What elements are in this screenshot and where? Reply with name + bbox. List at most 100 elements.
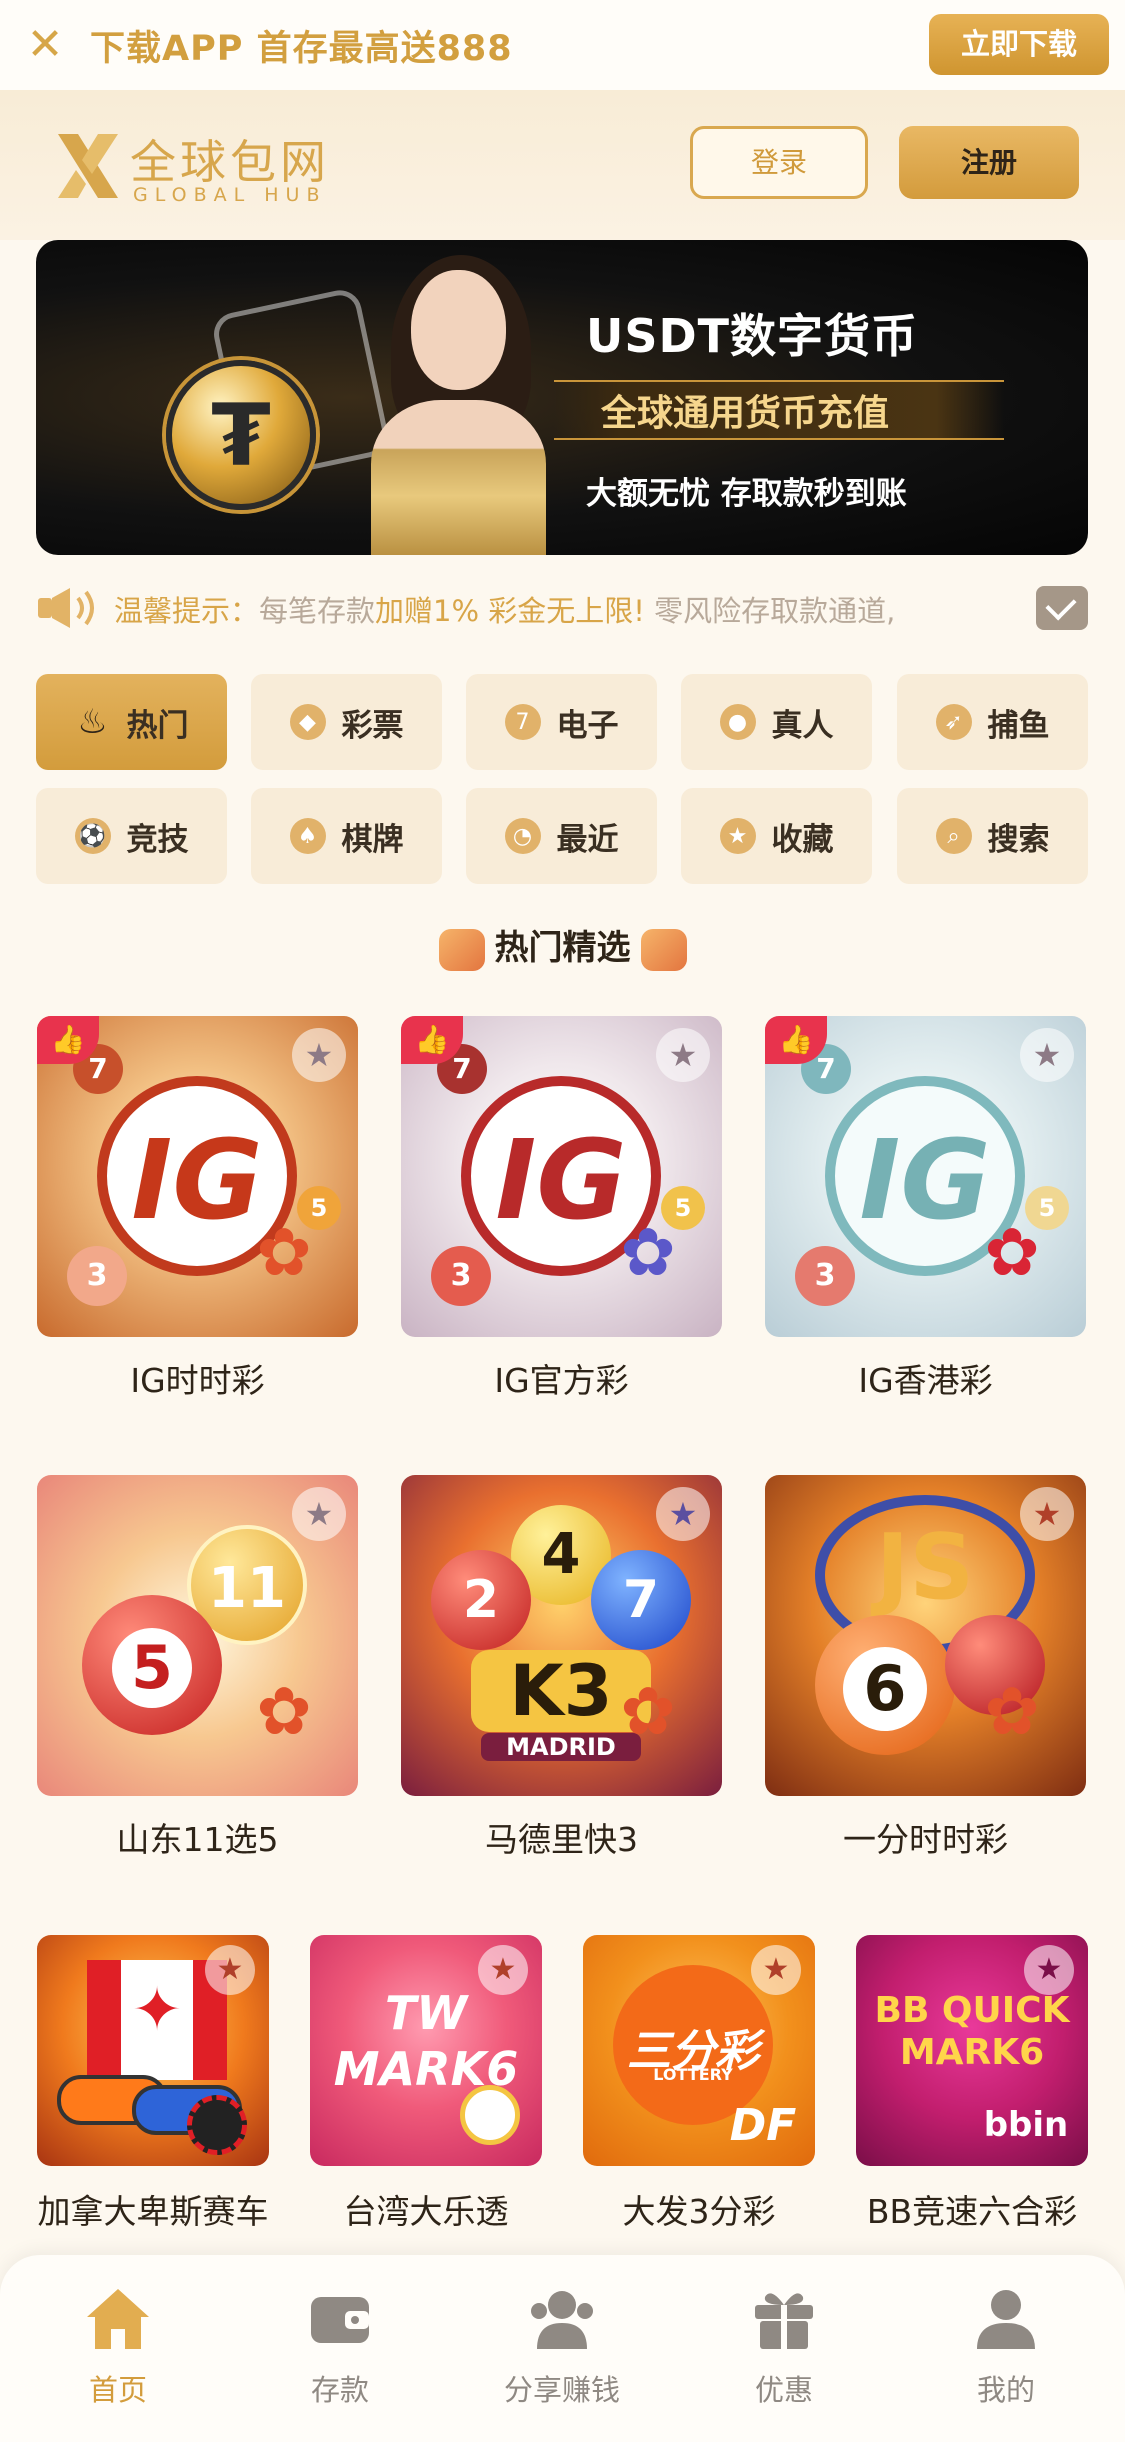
login-button[interactable]: 登录 — [690, 126, 868, 199]
ball-icon: 6 — [815, 1615, 955, 1755]
category-favorites[interactable]: ★ 收藏 — [681, 788, 872, 884]
notice-part1: 每笔存款 — [259, 594, 376, 628]
game-card[interactable]: IG 7 5 3 ✿ 👍 ★ IG香港彩 — [765, 1016, 1086, 1400]
bottom-nav: 首页 存款 分享赚钱 优惠 我的 — [0, 2255, 1125, 2442]
star-icon: ★ — [719, 818, 756, 854]
nav-home[interactable]: 首页 — [38, 2285, 198, 2415]
ball-icon: 3 — [67, 1246, 127, 1306]
profile-icon — [977, 2290, 1035, 2349]
usdt-coin-icon: ₮ — [166, 360, 316, 510]
register-button[interactable]: 注册 — [899, 126, 1079, 199]
nav-deposit[interactable]: 存款 — [260, 2285, 420, 2415]
banner-model-image — [356, 250, 556, 555]
fish-icon: ➶ — [935, 704, 972, 740]
game-card[interactable]: IG 7 5 3 ✿ 👍 ★ IG官方彩 — [401, 1016, 722, 1400]
game-name: 大发3分彩 — [622, 2192, 776, 2231]
favorite-star-icon[interactable]: ★ — [478, 1945, 528, 1995]
ball-icon: 5 — [82, 1595, 222, 1735]
banner-line: 大额无忧 存取款秒到账 — [586, 476, 907, 512]
game-card[interactable]: JS 6 ✿ ★ 一分时时彩 — [765, 1475, 1086, 1859]
bbin-logo: bbin — [983, 2105, 1069, 2145]
category-label: 竞技 — [126, 821, 189, 858]
category-cards[interactable]: ♠ 棋牌 — [251, 788, 442, 884]
close-icon[interactable]: ✕ — [22, 22, 68, 68]
nav-share[interactable]: 分享赚钱 — [482, 2285, 642, 2415]
game-name: 加拿大卑斯赛车 — [37, 2192, 269, 2231]
home-icon — [87, 2289, 149, 2349]
mail-icon[interactable] — [1036, 586, 1088, 630]
nav-profile[interactable]: 我的 — [926, 2285, 1086, 2415]
notice-part3: 零风险存取款通道, — [644, 594, 896, 628]
flower-icon: ✿ — [984, 1673, 1040, 1750]
logo-icon — [58, 134, 118, 198]
flower-icon: ✿ — [620, 1673, 676, 1750]
game-card[interactable]: IG 7 5 3 ✿ 👍 ★ IG时时彩 — [37, 1016, 358, 1400]
game-image: 三分彩 LOTTERY DF ★ — [583, 1935, 815, 2166]
search-icon: ⌕ — [935, 818, 972, 854]
game-logo-text: TW MARK6 — [333, 1986, 519, 2096]
category-fishing[interactable]: ➶ 捕鱼 — [897, 674, 1088, 770]
category-sports[interactable]: ⚽ 竞技 — [36, 788, 227, 884]
category-label: 捕鱼 — [987, 707, 1050, 744]
favorite-star-icon[interactable]: ★ — [656, 1028, 710, 1082]
ball-icon: 2 — [431, 1550, 531, 1650]
share-users-icon — [531, 2291, 593, 2349]
slot-icon: 7 — [504, 704, 541, 740]
game-image: 4 2 7 K3 MADRID ✿ ★ — [401, 1475, 722, 1796]
category-slots[interactable]: 7 电子 — [466, 674, 657, 770]
game-card[interactable]: TW MARK6 ★ 台湾大乐透 — [310, 1935, 542, 2231]
category-recent[interactable]: ◔ 最近 — [466, 788, 657, 884]
gift-icon — [755, 2293, 813, 2349]
game-card[interactable]: 11 5 ✿ ★ 山东11选5 — [37, 1475, 358, 1859]
notice-bar: 温馨提示：每笔存款加赠1% 彩金无上限! 零风险存取款通道, — [36, 578, 1088, 638]
nav-promotions[interactable]: 优惠 — [704, 2285, 864, 2415]
category-hot[interactable]: ♨ 热门 — [36, 674, 227, 770]
favorite-star-icon[interactable]: ★ — [292, 1028, 346, 1082]
chip-icon — [187, 2095, 247, 2155]
ball-icon: 3 — [431, 1246, 491, 1306]
favorite-star-icon[interactable]: ★ — [751, 1945, 801, 1995]
coin-icon — [460, 2085, 520, 2145]
game-image: BB QUICK MARK6 bbin ★ — [856, 1935, 1088, 2166]
nav-label: 首页 — [88, 2373, 147, 2407]
game-card[interactable]: ✦ ★ 加拿大卑斯赛车 — [37, 1935, 269, 2231]
chip-icon: ● — [719, 704, 756, 740]
df-logo: DF — [729, 2100, 797, 2151]
notice-part2: 加赠1% 彩金无上限! — [375, 594, 645, 628]
game-card[interactable]: BB QUICK MARK6 bbin ★ BB竞速六合彩 — [856, 1935, 1088, 2231]
favorite-star-icon[interactable]: ★ — [1024, 1945, 1074, 1995]
favorite-star-icon[interactable]: ★ — [656, 1487, 710, 1541]
favorite-star-icon[interactable]: ★ — [1020, 1028, 1074, 1082]
favorite-star-icon[interactable]: ★ — [205, 1945, 255, 1995]
favorite-star-icon[interactable]: ★ — [1020, 1487, 1074, 1541]
category-search[interactable]: ⌕ 搜索 — [897, 788, 1088, 884]
promo-banner[interactable]: ₮ USDT数字货币 全球通用货币充值 大额无忧 存取款秒到账 — [36, 240, 1088, 555]
ball-icon: 3 — [795, 1246, 855, 1306]
flower-icon: ✿ — [984, 1214, 1040, 1291]
game-name: IG时时彩 — [130, 1361, 265, 1400]
section-title-text: 热门精选 — [494, 928, 631, 968]
banner-subtitle: 全球通用货币充值 — [601, 393, 890, 434]
flower-icon: ✿ — [256, 1673, 312, 1750]
notice-text[interactable]: 温馨提示：每笔存款加赠1% 彩金无上限! 零风险存取款通道, — [114, 588, 1034, 630]
game-name: IG官方彩 — [494, 1361, 629, 1400]
favorite-star-icon[interactable]: ★ — [292, 1487, 346, 1541]
game-image: 11 5 ✿ ★ — [37, 1475, 358, 1796]
category-live[interactable]: ● 真人 — [681, 674, 872, 770]
download-now-button[interactable]: 立即下载 — [929, 14, 1109, 75]
header: 全球包网 GLOBAL HUB 登录 注册 — [0, 90, 1125, 240]
game-card[interactable]: 三分彩 LOTTERY DF ★ 大发3分彩 — [583, 1935, 815, 2231]
thumbs-up-icon — [438, 928, 485, 971]
game-logo-subtext: LOTTERY — [653, 2065, 733, 2084]
game-card[interactable]: 4 2 7 K3 MADRID ✿ ★ 马德里快3 — [401, 1475, 722, 1859]
download-bar: ✕ 下载APP 首存最高送888 立即下载 — [0, 0, 1125, 90]
nav-label: 优惠 — [754, 2373, 813, 2407]
category-lottery[interactable]: ◆ 彩票 — [251, 674, 442, 770]
section-title: 热门精选 — [0, 920, 1125, 971]
thumbs-up-icon — [640, 928, 687, 971]
game-name: 一分时时彩 — [843, 1820, 1008, 1859]
logo-subtitle: GLOBAL HUB — [133, 184, 327, 206]
game-image: IG 7 5 3 ✿ 👍 ★ — [37, 1016, 358, 1337]
clock-icon: ◔ — [504, 818, 541, 854]
game-logo-text: JS — [875, 1515, 975, 1620]
